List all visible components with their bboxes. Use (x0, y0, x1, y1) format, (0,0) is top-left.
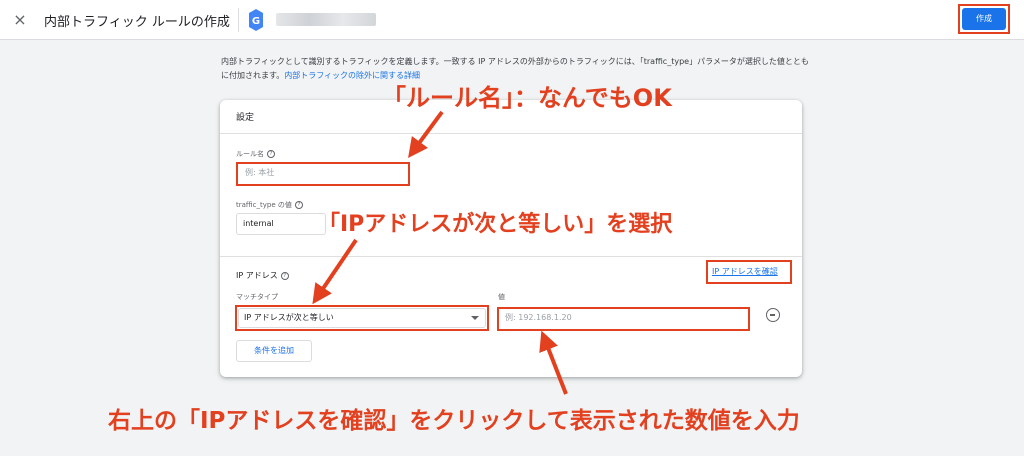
annotation-rule-name: 「ルール名」：なんでもOK (382, 84, 672, 112)
arrow-to-match-type (312, 238, 358, 305)
arrow-to-ip-value (539, 330, 568, 395)
annotation-ip-value: 右上の「IPアドレスを確認」をクリックして表示された数値を入力 (108, 408, 800, 434)
arrow-to-rule-name (408, 110, 444, 159)
annotation-match-type: 「IPアドレスが次と等しい」を選択 (318, 212, 673, 237)
